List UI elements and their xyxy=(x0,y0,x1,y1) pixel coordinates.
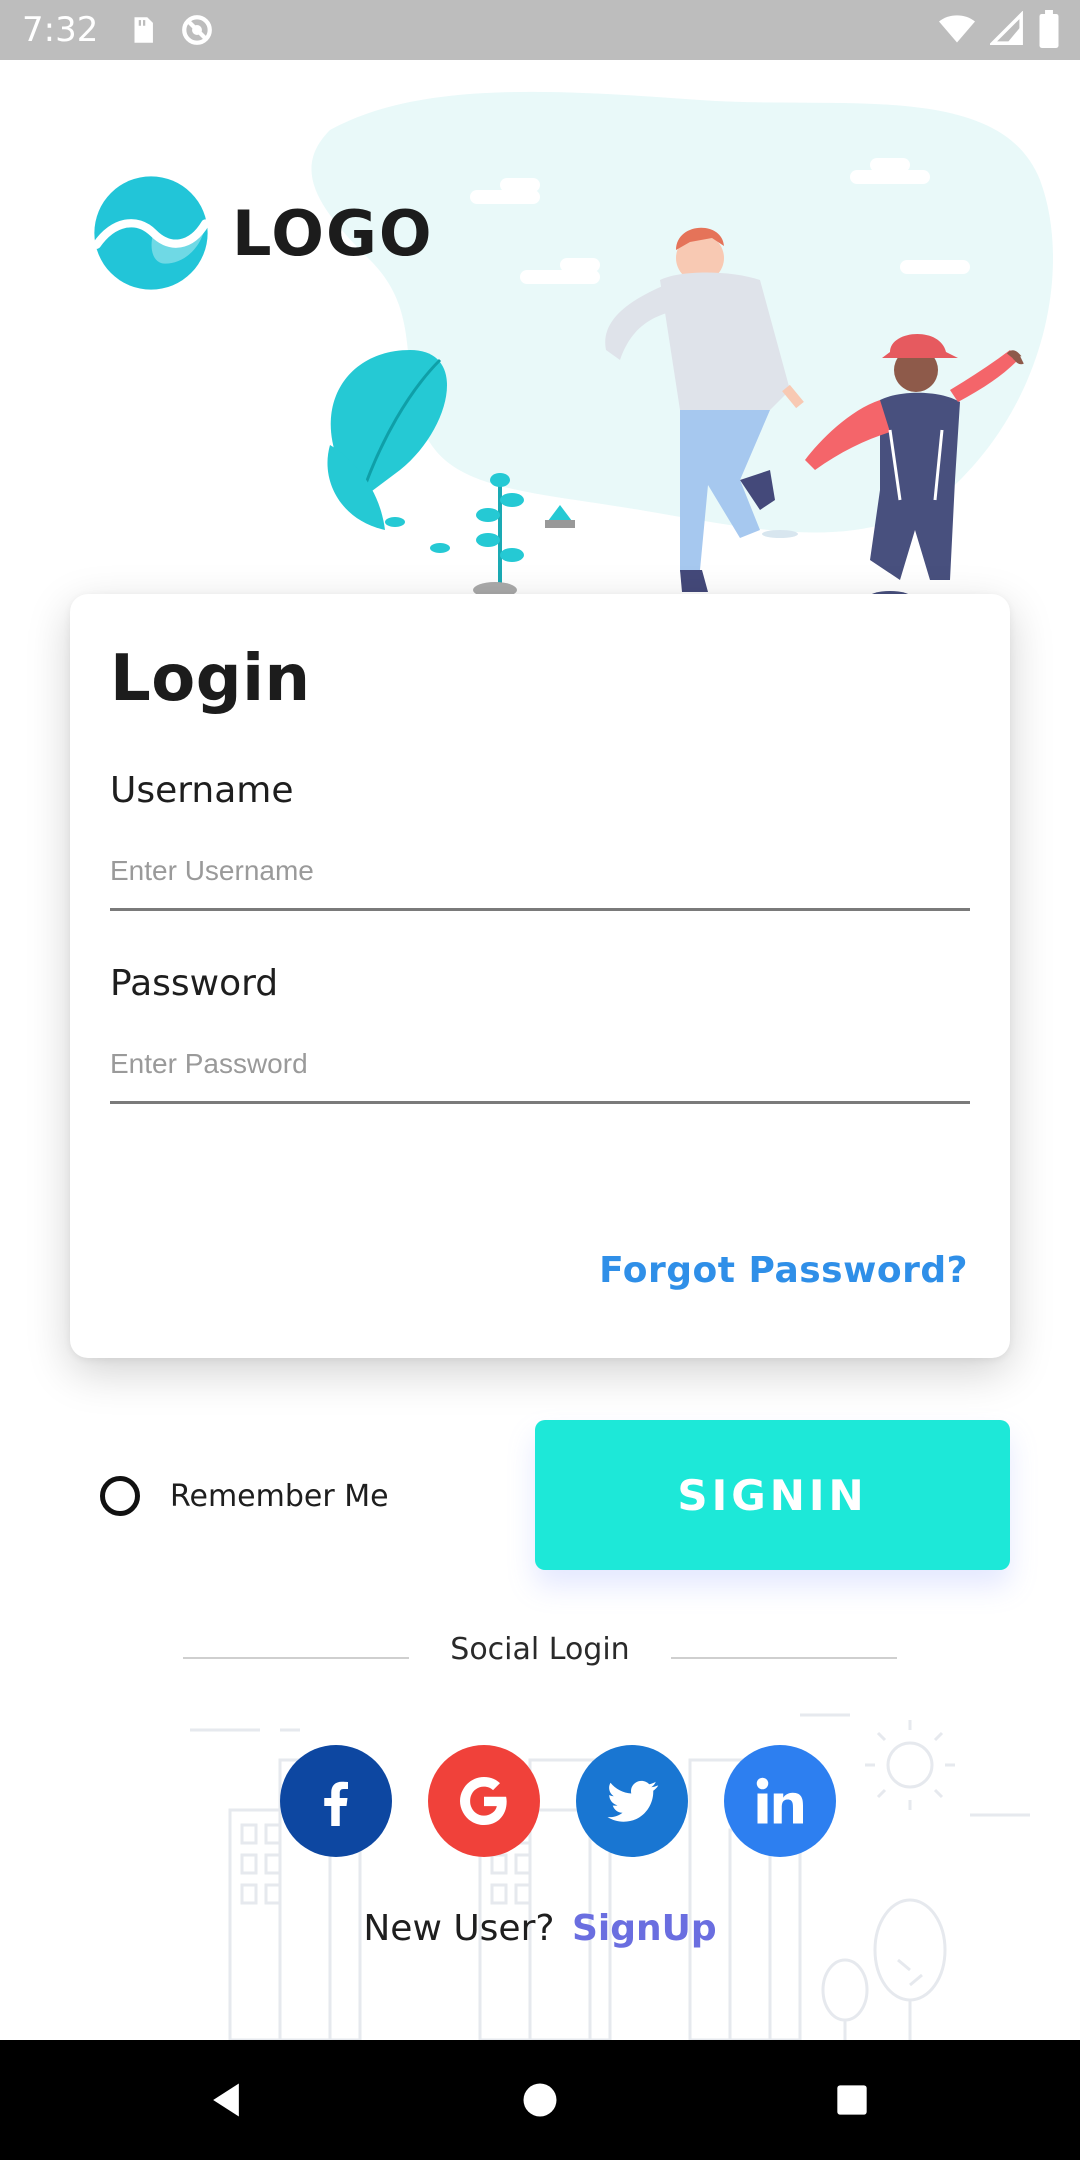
username-input[interactable] xyxy=(110,811,970,911)
social-login-buttons xyxy=(280,1745,836,1857)
divider-right xyxy=(671,1657,897,1659)
forgot-password-link[interactable]: Forgot Password? xyxy=(599,1250,968,1291)
facebook-login-button[interactable] xyxy=(280,1745,392,1857)
home-icon[interactable] xyxy=(518,2078,562,2122)
sd-card-icon xyxy=(134,17,154,43)
google-login-button[interactable] xyxy=(428,1745,540,1857)
password-label: Password xyxy=(110,963,279,1004)
password-input[interactable] xyxy=(110,1004,970,1104)
logo-text: LOGO xyxy=(232,196,434,270)
no-disturb-icon xyxy=(182,15,213,45)
system-navigation-bar xyxy=(0,2040,1080,2160)
signin-button[interactable]: SIGNIN xyxy=(535,1420,1010,1570)
linkedin-icon xyxy=(756,1777,803,1824)
recents-icon[interactable] xyxy=(830,2078,874,2122)
app-logo: LOGO xyxy=(92,174,434,292)
linkedin-login-button[interactable] xyxy=(724,1745,836,1857)
social-login-title: Social Login xyxy=(450,1632,630,1667)
login-card: Login Username Password Forgot Password? xyxy=(70,594,1010,1358)
remember-me-toggle[interactable]: Remember Me xyxy=(100,1476,389,1516)
twitter-icon xyxy=(607,1780,659,1822)
twitter-login-button[interactable] xyxy=(576,1745,688,1857)
new-user-prompt: New User? xyxy=(363,1908,555,1949)
wifi-icon xyxy=(939,15,975,43)
remember-me-radio[interactable] xyxy=(100,1476,140,1516)
signup-row: New User? SignUp xyxy=(0,1908,1080,1949)
facebook-icon xyxy=(324,1781,348,1826)
google-icon xyxy=(460,1777,507,1825)
status-time: 7:32 xyxy=(22,10,99,50)
hero-illustration: LOGO xyxy=(0,60,1080,605)
battery-icon xyxy=(1039,10,1059,48)
couple-illustration xyxy=(311,91,1054,605)
username-label: Username xyxy=(110,770,294,811)
login-title: Login xyxy=(110,642,311,716)
signup-link[interactable]: SignUp xyxy=(572,1908,717,1949)
logo-mark-icon xyxy=(92,176,210,290)
status-bar: 7:32 xyxy=(0,0,1080,60)
cell-signal-icon xyxy=(990,11,1023,45)
social-login-header: Social Login xyxy=(0,1632,1080,1682)
remember-me-label: Remember Me xyxy=(170,1478,389,1514)
back-icon[interactable] xyxy=(204,2078,248,2122)
